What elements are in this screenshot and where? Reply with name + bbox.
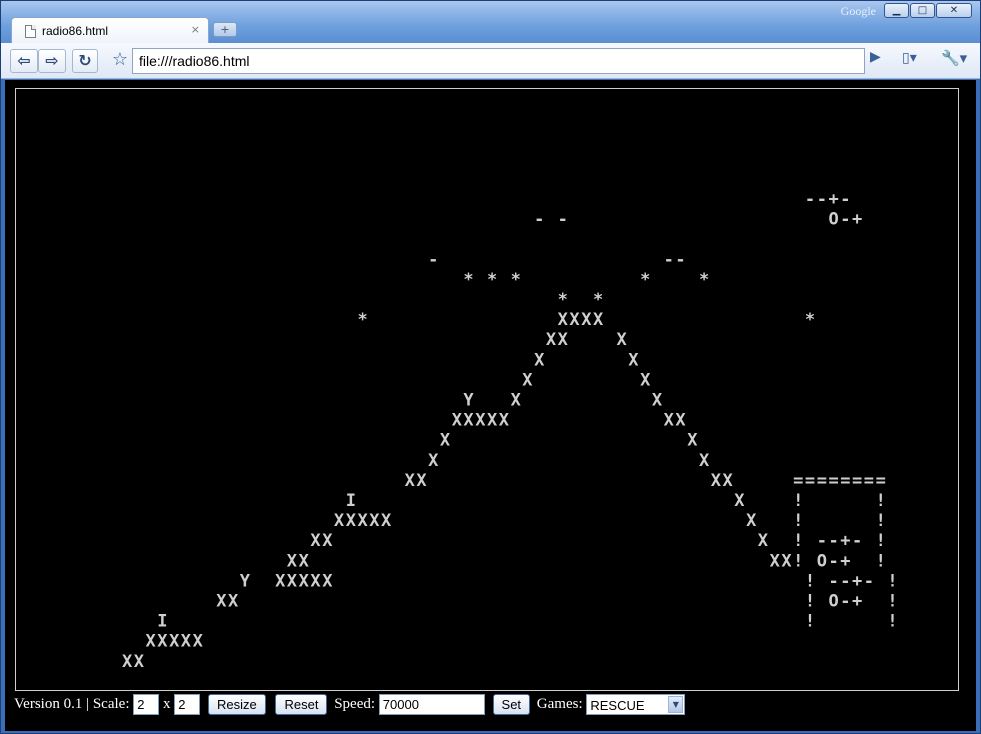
screen-text-row: XX	[428, 451, 710, 471]
title-bar: Google ▁ □ ✕ radio86.html × +	[1, 1, 980, 45]
forward-button[interactable]: ⇨	[38, 49, 66, 73]
screen-text-row: --+-	[805, 190, 851, 210]
dropdown-arrow-icon[interactable]: ▼	[668, 696, 684, 713]
emulator-screen[interactable]: --+- - - O-+ - -- * * * * * * * * XXXX * XX X X X X X Y X X XXXXX…	[15, 88, 959, 691]
address-bar[interactable]: file:///radio86.html	[132, 48, 865, 74]
emulator-text-display: --+-- - O-+- --* * * * ** ** XXXX *XX XX XX XY X XXXXXX…	[122, 190, 898, 672]
page-content: --+- - - O-+ - -- * * * * * * * * XXXX * XX X X X X X Y X X XXXXX…	[5, 80, 976, 731]
screen-text-row: XX	[522, 370, 651, 390]
screen-text-row: * * * * *	[463, 270, 709, 290]
close-window-button[interactable]: ✕	[936, 3, 972, 18]
back-button[interactable]: ⇦	[10, 49, 38, 73]
screen-text-row: Y XXXXX! --+-!	[240, 571, 898, 591]
tab-title: radio86.html	[42, 24, 109, 38]
new-tab-button[interactable]: +	[213, 22, 237, 37]
screen-text-row: XX XX! O-+!	[287, 551, 886, 571]
go-icon[interactable]: ▶	[870, 49, 881, 65]
screen-text-row: XX! O-+!	[216, 592, 897, 612]
screen-text-row: * XXXX *	[358, 310, 816, 330]
screen-text-row: - --	[428, 250, 686, 270]
screen-text-row: XX	[534, 350, 639, 370]
speed-input[interactable]	[378, 694, 485, 715]
speed-label: Speed:	[334, 696, 376, 712]
page-icon	[25, 25, 36, 38]
tab-close-icon[interactable]: ×	[191, 23, 200, 36]
resize-button[interactable]: Resize	[207, 694, 266, 715]
games-select[interactable]: RESCUE ▼	[586, 694, 686, 715]
screen-text-row: XXXXX	[146, 632, 204, 652]
screen-text-row: XX	[440, 431, 698, 451]
times-label: x	[162, 696, 171, 712]
screen-text-row: XX X! --+-!	[310, 531, 885, 551]
maximize-button[interactable]: □	[910, 3, 935, 18]
screen-text-row: * *	[558, 290, 604, 310]
screen-text-row: I X!!	[346, 491, 886, 511]
version-scale-label: Version 0.1 | Scale:	[14, 696, 130, 712]
browser-window: Google ▁ □ ✕ radio86.html × + ⇦ ⇨ ↻ ☆ fi…	[0, 0, 981, 734]
screen-text-row: XXXXX XX	[452, 411, 687, 431]
screen-text-row: XX	[122, 652, 145, 672]
reset-button[interactable]: Reset	[275, 694, 328, 715]
page-menu-icon[interactable]: ▯▾	[902, 50, 917, 66]
reload-button[interactable]: ↻	[72, 49, 98, 73]
set-speed-button[interactable]: Set	[492, 694, 531, 715]
games-selected-value: RESCUE	[590, 698, 645, 714]
scale-x-input[interactable]	[133, 694, 160, 715]
screen-text-row: I!!	[157, 612, 897, 632]
screen-text-row: XXXXX X!!	[334, 511, 886, 531]
screen-text-row: XX XX ========	[405, 471, 886, 491]
google-label: Google	[840, 4, 876, 18]
browser-tab[interactable]: radio86.html ×	[11, 17, 209, 45]
bookmark-star-icon[interactable]: ☆	[107, 49, 133, 73]
screen-text-row: YXX	[463, 391, 663, 411]
scale-y-input[interactable]	[174, 694, 201, 715]
screen-text-row: XX X	[546, 330, 628, 350]
control-bar: Version 0.1 | Scale: x Resize Reset Spee…	[14, 694, 686, 718]
wrench-menu-icon[interactable]: 🔧▾	[941, 49, 967, 67]
minimize-button[interactable]: ▁	[884, 3, 909, 18]
screen-text-row: - - O-+	[534, 210, 862, 230]
games-label: Games:	[536, 696, 583, 712]
